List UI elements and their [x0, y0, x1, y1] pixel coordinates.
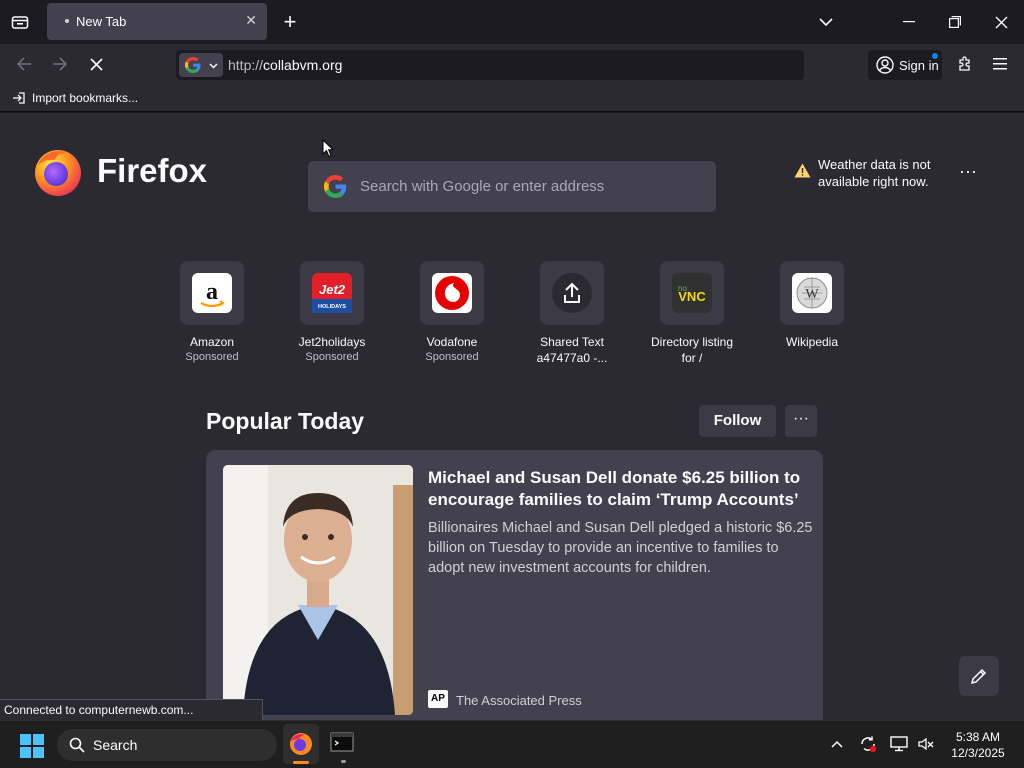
import-bookmarks-button[interactable]: Import bookmarks...	[12, 90, 152, 108]
new-tab-button[interactable]: +	[279, 9, 301, 34]
sync-tray-icon[interactable]	[858, 734, 878, 754]
back-arrow-icon[interactable]	[12, 53, 36, 75]
tab-strip: New Tab ✕ +	[0, 0, 1024, 44]
svg-text:VNC: VNC	[678, 289, 706, 304]
jet2-logo-icon: Jet2 HOLIDAYS	[312, 273, 352, 313]
svg-text:Jet2: Jet2	[319, 282, 346, 297]
address-bar[interactable]: http://collabvm.org	[176, 50, 804, 80]
story-card[interactable]: Michael and Susan Dell donate $6.25 bill…	[206, 450, 823, 720]
svg-text:W: W	[805, 287, 819, 302]
google-icon	[185, 57, 201, 73]
tab-new-tab[interactable]: New Tab ✕	[47, 3, 267, 40]
taskbar-terminal-app[interactable]	[330, 732, 356, 763]
story-source: The Associated Press	[456, 693, 582, 708]
chevron-down-icon	[209, 63, 218, 69]
account-icon	[876, 56, 894, 74]
sign-in-label: Sign in	[899, 58, 939, 73]
shortcut-subtitle: for /	[681, 351, 703, 365]
running-app-indicator	[341, 760, 346, 763]
story-image	[223, 465, 413, 715]
wikipedia-logo-icon: W	[792, 273, 832, 313]
shortcut-icon-frame: a	[180, 261, 244, 325]
import-bookmarks-label: Import bookmarks...	[32, 91, 139, 105]
app-menu-icon[interactable]	[988, 53, 1012, 75]
firefox-app-icon	[290, 733, 312, 755]
weather-message: Weather data is not available right now.	[818, 157, 931, 189]
svg-text:HOLIDAYS: HOLIDAYS	[318, 304, 346, 310]
shortcut-title: Shared Text	[540, 335, 604, 349]
shortcut-subtitle: Sponsored	[185, 351, 239, 363]
section-menu-icon[interactable]: ···	[785, 405, 817, 437]
terminal-app-icon	[330, 732, 354, 752]
notification-dot-icon	[932, 53, 938, 59]
firefox-wordmark: Firefox	[97, 152, 208, 189]
sign-in-button[interactable]: Sign in	[868, 50, 942, 80]
minimize-window-icon[interactable]	[898, 11, 920, 33]
show-hidden-icons-chevron-icon[interactable]	[828, 735, 846, 753]
status-panel: Connected to computernewb.com...	[0, 699, 263, 720]
shortcut-title: Amazon	[189, 335, 235, 349]
network-tray-icon[interactable]	[889, 734, 909, 754]
firefox-view-icon[interactable]	[8, 11, 32, 33]
vodafone-logo-icon	[432, 273, 472, 313]
newtab-search-box[interactable]: Search with Google or enter address	[308, 161, 716, 212]
restore-window-icon[interactable]	[944, 11, 966, 33]
search-engine-selector[interactable]	[179, 53, 223, 77]
shortcut-title: Wikipedia	[785, 335, 839, 349]
ap-logo-icon: AP	[428, 690, 448, 708]
shortcut-icon-frame	[540, 261, 604, 325]
close-window-icon[interactable]	[990, 11, 1012, 33]
clock-date: 12/3/2025	[951, 746, 1005, 760]
forward-arrow-icon[interactable]	[48, 53, 72, 75]
firefox-logo-icon	[35, 150, 81, 196]
shortcut-icon-frame	[420, 261, 484, 325]
import-icon	[13, 92, 25, 104]
customize-pencil-icon[interactable]	[959, 656, 999, 696]
taskbar-search-label: Search	[93, 737, 138, 753]
search-placeholder: Search with Google or enter address	[360, 178, 605, 195]
shortcut-title: Directory listing	[650, 335, 734, 349]
clock-time: 5:38 AM	[955, 730, 1001, 744]
url-text: http://collabvm.org	[228, 57, 343, 73]
shortcut-icon-frame: W	[780, 261, 844, 325]
extensions-icon[interactable]	[953, 53, 977, 75]
windows-taskbar: Search 5:38 AM 12/3/2025	[0, 720, 1024, 768]
list-all-tabs-icon[interactable]	[814, 11, 838, 33]
shortcut-title: Vodafone	[426, 335, 478, 349]
tab-title: New Tab	[76, 14, 127, 29]
taskbar-clock[interactable]: 5:38 AM 12/3/2025	[946, 729, 1010, 761]
active-app-indicator	[293, 761, 309, 764]
follow-button[interactable]: Follow	[699, 405, 776, 437]
navigation-toolbar: http://collabvm.org Sign in	[0, 44, 1024, 84]
volume-muted-tray-icon[interactable]	[916, 734, 936, 754]
shortcut-subtitle: a47477a0 -...	[536, 351, 608, 365]
story-summary: Billionaires Michael and Susan Dell pled…	[428, 520, 813, 576]
close-tab-icon[interactable]: ✕	[245, 12, 257, 29]
mouse-cursor-icon	[322, 139, 334, 158]
loading-dot-icon	[65, 19, 69, 23]
share-icon	[552, 273, 592, 313]
shortcut-icon-frame: Jet2 HOLIDAYS	[300, 261, 364, 325]
taskbar-firefox-app[interactable]	[283, 724, 319, 764]
stop-loading-icon[interactable]	[84, 53, 108, 75]
taskbar-search-box[interactable]: Search	[57, 729, 277, 761]
search-icon	[69, 737, 85, 753]
svg-text:a: a	[206, 279, 218, 305]
shortcut-subtitle: Sponsored	[425, 351, 479, 363]
shortcut-subtitle: Sponsored	[305, 351, 359, 363]
google-icon	[324, 175, 347, 198]
warning-icon	[794, 163, 811, 178]
new-tab-page: Firefox Search with Google or enter addr…	[0, 113, 1024, 720]
amazon-logo-icon: a	[192, 273, 232, 313]
windows-start-icon[interactable]	[20, 734, 44, 758]
shortcut-title: Jet2holidays	[298, 335, 366, 349]
novnc-logo-icon: no VNC	[672, 273, 712, 313]
weather-menu-icon[interactable]: ···	[956, 161, 980, 181]
shortcut-icon-frame: no VNC	[660, 261, 724, 325]
section-title: Popular Today	[206, 408, 365, 434]
bookmarks-toolbar: Import bookmarks...	[0, 84, 1024, 112]
story-headline[interactable]: Michael and Susan Dell donate $6.25 bill…	[428, 467, 808, 511]
